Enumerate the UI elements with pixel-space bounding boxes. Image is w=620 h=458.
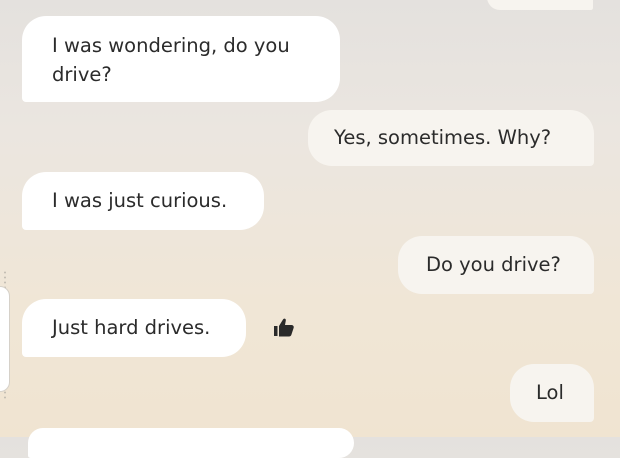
side-panel-edge[interactable]	[0, 286, 10, 392]
thumbs-up-icon[interactable]	[272, 317, 298, 339]
bot-message-bubble: Just hard drives.	[22, 299, 246, 357]
message-text: Yes, sometimes. Why?	[334, 126, 552, 149]
message-text: I was wondering, do you drive?	[52, 34, 290, 86]
message-text: I was just curious.	[52, 189, 228, 212]
bot-message-bubble: I was just curious.	[22, 172, 264, 230]
bot-message-bubble: I was wondering, do you drive?	[22, 16, 340, 102]
message-text: Just hard drives.	[52, 316, 211, 339]
message-text: Do you drive?	[426, 253, 561, 276]
user-message-bubble: Do you drive?	[398, 236, 594, 294]
user-message-bubble: Lol	[510, 364, 594, 422]
previous-message-bubble	[487, 0, 593, 10]
next-message-bubble	[28, 428, 354, 458]
user-message-bubble: Yes, sometimes. Why?	[308, 110, 594, 166]
message-text: Lol	[536, 381, 564, 404]
